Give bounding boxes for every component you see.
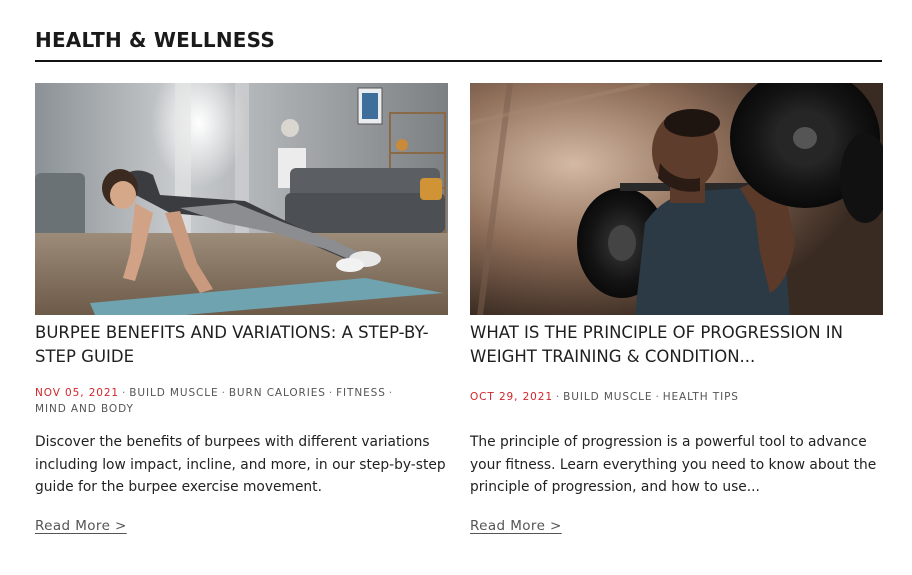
meta-separator: · — [655, 391, 660, 403]
meta-separator: · — [555, 391, 561, 403]
category-link[interactable]: BUILD MUSCLE — [563, 391, 652, 403]
article-thumbnail-link[interactable] — [470, 83, 883, 315]
article-thumbnail-link[interactable] — [35, 83, 448, 315]
article-date: OCT 29, 2021 — [470, 391, 553, 403]
category-link[interactable]: BUILD MUSCLE — [129, 387, 218, 399]
article-title[interactable]: BURPEE BENEFITS AND VARIATIONS: A STEP-B… — [35, 321, 448, 369]
man-barbell-photo — [470, 83, 883, 315]
section-title: HEALTH & WELLNESS — [35, 28, 275, 52]
article-date: NOV 05, 2021 — [35, 387, 120, 399]
read-more-link[interactable]: Read More > — [35, 518, 127, 534]
article-card: BURPEE BENEFITS AND VARIATIONS: A STEP-B… — [35, 83, 448, 534]
meta-separator: · — [388, 387, 394, 399]
category-link[interactable]: MIND AND BODY — [35, 403, 134, 415]
read-more-link[interactable]: Read More > — [470, 518, 562, 534]
article-excerpt: Discover the benefits of burpees with di… — [35, 434, 446, 495]
category-link[interactable]: HEALTH TIPS — [663, 391, 739, 403]
article-title[interactable]: WHAT IS THE PRINCIPLE OF PROGRESSION IN … — [470, 321, 883, 369]
section-divider — [35, 60, 882, 62]
woman-plank-photo — [35, 83, 448, 315]
article-card: WHAT IS THE PRINCIPLE OF PROGRESSION IN … — [470, 83, 883, 534]
category-link[interactable]: BURN CALORIES — [229, 387, 326, 399]
meta-separator: · — [221, 387, 226, 399]
article-excerpt: The principle of progression is a powerf… — [470, 434, 877, 495]
article-meta: NOV 05, 2021 · BUILD MUSCLE · BURN CALORIES ·… — [35, 385, 448, 417]
meta-separator: · — [122, 387, 127, 399]
article-meta: OCT 29, 2021 · BUILD MUSCLE · HEALTH TIPS — [470, 389, 883, 405]
meta-separator: · — [328, 387, 334, 399]
category-link[interactable]: FITNESS — [336, 387, 386, 399]
